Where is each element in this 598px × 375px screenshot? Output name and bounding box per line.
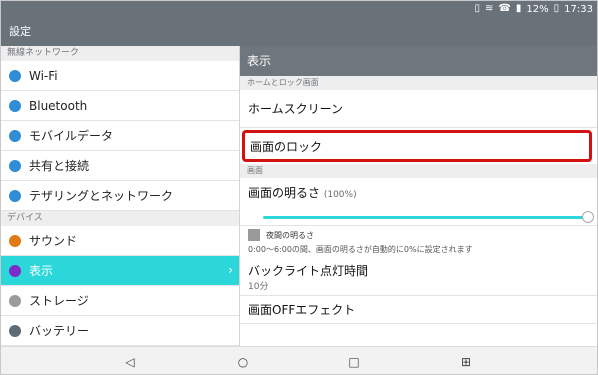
section-header-wireless: 無線ネットワーク bbox=[1, 46, 239, 61]
phone-icon: ☎ bbox=[498, 3, 511, 14]
status-bar: ▯ ≋ ☎ ▮ 12% ▯ 17:33 bbox=[1, 1, 597, 17]
section-header-home-lock: ホームとロック画面 bbox=[240, 76, 597, 90]
home-screen-label: ホームスクリーン bbox=[248, 102, 344, 116]
brightness-value: (100%) bbox=[323, 190, 357, 200]
sidebar-item-label: Wi-Fi bbox=[29, 68, 58, 83]
share-icon bbox=[9, 159, 21, 172]
brightness-label: 画面の明るさ bbox=[248, 186, 321, 200]
sound-icon bbox=[9, 234, 21, 247]
sidebar-item-share[interactable]: 共有と接続 bbox=[1, 151, 239, 181]
sidebar-item-label: Bluetooth bbox=[29, 98, 88, 113]
sidebar-item-label: 表示 bbox=[29, 264, 54, 278]
checkbox[interactable] bbox=[248, 229, 260, 241]
sidebar-item-label: テザリングとネットワーク bbox=[29, 189, 174, 203]
section-header-screen: 画面 bbox=[240, 164, 597, 178]
sidebar-item-label: バッテリー bbox=[29, 324, 90, 338]
settings-sidebar: 無線ネットワーク Wi-Fi Bluetooth モバイルデータ 共有と接続 テ… bbox=[1, 46, 239, 346]
battery-icon bbox=[9, 324, 21, 337]
chevron-right-icon: › bbox=[228, 263, 233, 277]
recent-apps-icon[interactable] bbox=[345, 353, 363, 371]
sidebar-item-mobile-data[interactable]: モバイルデータ bbox=[1, 121, 239, 151]
night-brightness-row[interactable]: 夜間の明るさ bbox=[240, 226, 597, 244]
status-time: 17:33 bbox=[564, 3, 593, 15]
wifi-icon: ≋ bbox=[485, 3, 494, 14]
tethering-icon bbox=[9, 189, 21, 202]
sidebar-item-bluetooth[interactable]: Bluetooth bbox=[1, 91, 239, 121]
sidebar-item-sound[interactable]: サウンド bbox=[1, 226, 239, 256]
mobile-data-icon bbox=[9, 129, 21, 142]
backlight-item[interactable]: バックライト点灯時間 10分 bbox=[240, 258, 597, 296]
section-header-device: デバイス bbox=[1, 211, 239, 226]
brightness-title: 画面の明るさ (100%) bbox=[248, 184, 597, 201]
battery-percent: 12% bbox=[526, 3, 549, 15]
back-icon[interactable] bbox=[121, 353, 139, 371]
night-brightness-label: 夜間の明るさ bbox=[266, 230, 314, 240]
sidebar-item-label: モバイルデータ bbox=[29, 129, 114, 143]
brightness-slider-track bbox=[263, 216, 588, 219]
bluetooth-icon bbox=[9, 99, 21, 112]
storage-icon bbox=[9, 294, 21, 307]
device-icon: ▯ bbox=[474, 3, 481, 14]
night-brightness-note: 0:00～6:00の間、画面の明るさが自動的に0%に設定されます bbox=[248, 245, 473, 254]
sidebar-item-display[interactable]: 表示 › bbox=[1, 256, 239, 286]
sidebar-item-tethering[interactable]: テザリングとネットワーク bbox=[1, 181, 239, 211]
home-screen-item[interactable]: ホームスクリーン bbox=[240, 90, 597, 128]
display-settings-pane: 表示 ホームとロック画面 ホームスクリーン 画面のロック 画面 画面の明るさ (… bbox=[240, 46, 597, 346]
home-icon[interactable] bbox=[234, 353, 252, 371]
backlight-value: 10分 bbox=[248, 281, 269, 292]
screen-off-item[interactable]: 画面OFFエフェクト bbox=[240, 296, 597, 324]
display-icon bbox=[9, 264, 21, 277]
wifi-icon bbox=[9, 69, 21, 82]
brightness-slider-knob[interactable] bbox=[582, 211, 594, 223]
sidebar-item-wifi[interactable]: Wi-Fi bbox=[1, 61, 239, 91]
navigation-bar bbox=[1, 346, 597, 374]
sidebar-item-label: ストレージ bbox=[29, 294, 89, 308]
lock-screen-label: 画面のロック bbox=[250, 139, 323, 154]
app-title: 設定 bbox=[1, 17, 597, 46]
sidebar-item-battery[interactable]: バッテリー bbox=[1, 316, 239, 346]
signal-icon: ▮ bbox=[515, 3, 522, 14]
backlight-label: バックライト点灯時間 bbox=[248, 263, 369, 278]
screen-off-label: 画面OFFエフェクト bbox=[248, 303, 356, 317]
lock-screen-item[interactable]: 画面のロック bbox=[242, 130, 592, 162]
sidebar-item-label: 共有と接続 bbox=[29, 159, 90, 173]
brightness-slider[interactable] bbox=[248, 201, 597, 225]
settings-window: ▯ ≋ ☎ ▮ 12% ▯ 17:33 設定 無線ネットワーク Wi-Fi Bl… bbox=[0, 0, 598, 375]
sidebar-item-storage[interactable]: ストレージ bbox=[1, 286, 239, 316]
pane-title: 表示 bbox=[240, 46, 597, 76]
battery-icon: ▯ bbox=[553, 3, 560, 14]
brightness-item: 画面の明るさ (100%) bbox=[240, 178, 597, 226]
sidebar-item-label: サウンド bbox=[29, 234, 78, 248]
menu-icon[interactable] bbox=[457, 353, 475, 371]
